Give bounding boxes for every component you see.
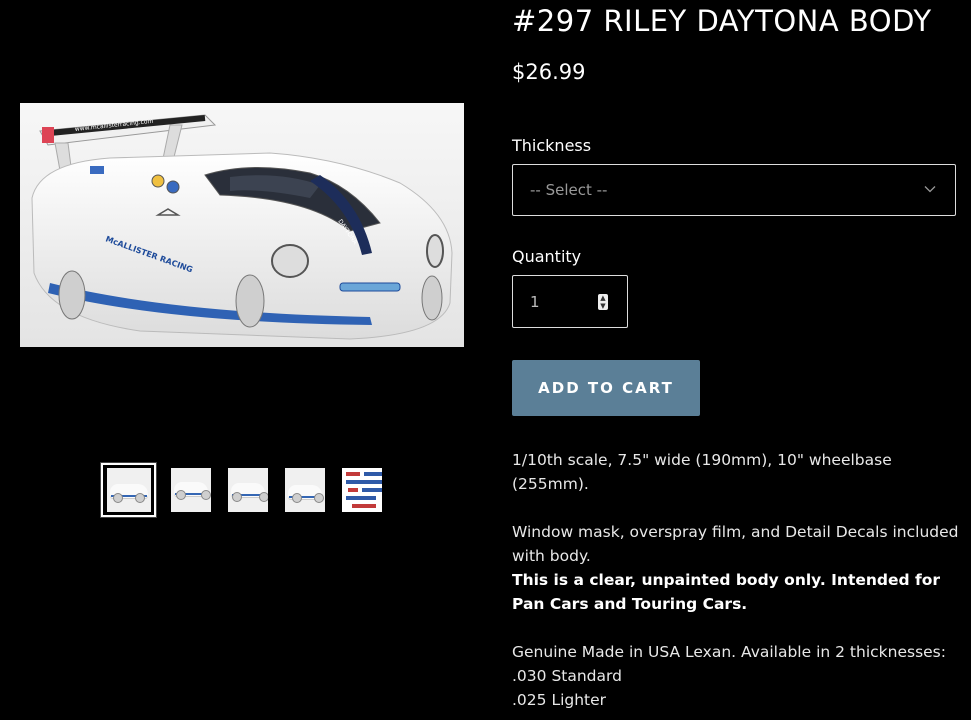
- description-included: Window mask, overspray film, and Detail …: [512, 523, 959, 565]
- thumbnail-3[interactable]: [226, 468, 270, 512]
- description-scale: 1/10th scale, 7.5" wide (190mm), 10" whe…: [512, 451, 892, 493]
- stepper-down-icon[interactable]: ▼: [598, 302, 608, 310]
- main-product-image[interactable]: www.mcallisterracing.com McALLISTER RACI…: [20, 103, 464, 347]
- stepper-up-icon[interactable]: ▲: [598, 294, 608, 302]
- stepper-icon[interactable]: ▲ ▼: [598, 294, 608, 310]
- chevron-down-icon: [924, 186, 936, 193]
- thumbnail-image: [228, 468, 268, 512]
- thickness-select[interactable]: -- Select --: [512, 164, 956, 216]
- product-description: 1/10th scale, 7.5" wide (190mm), 10" whe…: [512, 448, 962, 712]
- thickness-label: Thickness: [512, 136, 592, 155]
- add-to-cart-button[interactable]: ADD TO CART: [512, 360, 700, 416]
- thumbnail-1[interactable]: [100, 462, 157, 518]
- thumbnail-image: [106, 468, 151, 512]
- thumbnail-decal-sheet: [342, 468, 382, 512]
- product-title: #297 RILEY DAYTONA BODY: [512, 4, 932, 38]
- quantity-input[interactable]: 1 ▲ ▼: [512, 275, 628, 328]
- thickness-select-value: -- Select --: [530, 181, 608, 199]
- thumbnail-image: [285, 468, 325, 512]
- car-body-illustration: www.mcallisterracing.com McALLISTER RACI…: [20, 103, 464, 347]
- description-lexan: Genuine Made in USA Lexan. Available in …: [512, 643, 946, 661]
- thumbnail-2[interactable]: [169, 468, 213, 512]
- thumbnail-4[interactable]: [283, 468, 327, 512]
- description-thickness-lighter: .025 Lighter: [512, 691, 607, 709]
- product-price: $26.99: [512, 60, 586, 84]
- quantity-label: Quantity: [512, 247, 582, 266]
- description-clear-body: This is a clear, unpainted body only. In…: [512, 571, 941, 613]
- thumbnail-5[interactable]: [340, 468, 384, 512]
- thumbnail-strip: [100, 462, 384, 518]
- description-thickness-standard: .030 Standard: [512, 667, 622, 685]
- quantity-value: 1: [530, 292, 540, 311]
- thumbnail-image: [171, 468, 211, 512]
